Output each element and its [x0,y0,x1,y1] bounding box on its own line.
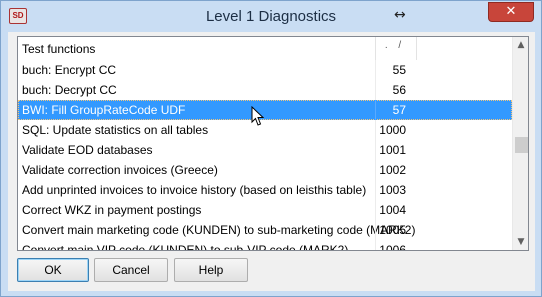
list-row[interactable]: buch: Decrypt CC 56 [18,80,512,100]
list-row[interactable]: BWI: Fill GroupRateCode UDF 57 [18,100,512,120]
column-divider[interactable] [416,37,417,60]
row-function-number: 56 [392,83,406,97]
list-row[interactable]: buch: Encrypt CC 55 [18,60,512,80]
list-row[interactable]: Validate correction invoices (Greece) 100… [18,160,512,180]
mouse-cursor-icon [251,106,265,126]
row-function-name: Convert main marketing code (KUNDEN) to … [22,223,416,237]
row-function-name: Add unprinted invoices to invoice histor… [22,183,367,197]
dialog-body: Test functions . / buch: Encrypt CC 55 buc… [8,32,535,291]
row-function-number: 55 [392,63,406,77]
row-function-name: buch: Encrypt CC [22,63,117,77]
window-title: Level 1 Diagnostics [205,8,337,25]
diagnostics-window: SD Level 1 Diagnostics ↔ ✕ Test function… [0,0,542,297]
close-button[interactable]: ✕ [488,2,534,22]
row-function-name: Correct WKZ in payment postings [22,203,202,217]
row-function-name: Convert main VIP code (KUNDEN) to sub-VI… [22,243,349,251]
row-function-number: 1001 [379,143,406,157]
title-bar[interactable]: SD Level 1 Diagnostics ↔ ✕ [1,1,541,32]
ok-button[interactable]: OK [17,258,89,282]
list-header: Test functions . / [18,37,512,60]
row-function-number: 1005 [379,223,406,237]
scroll-thumb[interactable] [515,137,528,153]
row-function-name: Validate correction invoices (Greece) [22,163,218,177]
column-divider[interactable] [375,37,376,60]
row-function-number: 1004 [379,203,406,217]
list-row[interactable]: Correct WKZ in payment postings 1004 [18,200,512,220]
list-row[interactable]: Convert main marketing code (KUNDEN) to … [18,220,512,240]
list-row[interactable]: Validate EOD databases 1001 [18,140,512,160]
test-functions-list[interactable]: Test functions . / buch: Encrypt CC 55 buc… [17,36,529,251]
resize-arrows-icon: ↔ [394,7,406,23]
column-header-number[interactable]: . / [380,40,410,51]
column-header-test-functions[interactable]: Test functions [22,42,95,56]
vertical-scrollbar[interactable]: ▲ ▼ [512,37,528,250]
row-function-number: 57 [392,103,406,117]
cancel-button[interactable]: Cancel [94,258,168,282]
row-function-name: Validate EOD databases [22,143,153,157]
list-row[interactable]: SQL: Update statistics on all tables 1000 [18,120,512,140]
list-row[interactable]: Convert main VIP code (KUNDEN) to sub-VI… [18,240,512,251]
row-function-name: buch: Decrypt CC [22,83,117,97]
help-button[interactable]: Help [174,258,248,282]
list-row[interactable]: Add unprinted invoices to invoice histor… [18,180,512,200]
row-function-number: 1002 [379,163,406,177]
row-function-number: 1003 [379,183,406,197]
scroll-up-arrow-icon[interactable]: ▲ [513,37,528,53]
row-function-name: BWI: Fill GroupRateCode UDF [22,103,186,117]
scroll-down-arrow-icon[interactable]: ▼ [513,234,528,250]
row-function-number: 1006 [379,243,406,251]
row-function-number: 1000 [379,123,406,137]
row-function-name: SQL: Update statistics on all tables [22,123,209,137]
